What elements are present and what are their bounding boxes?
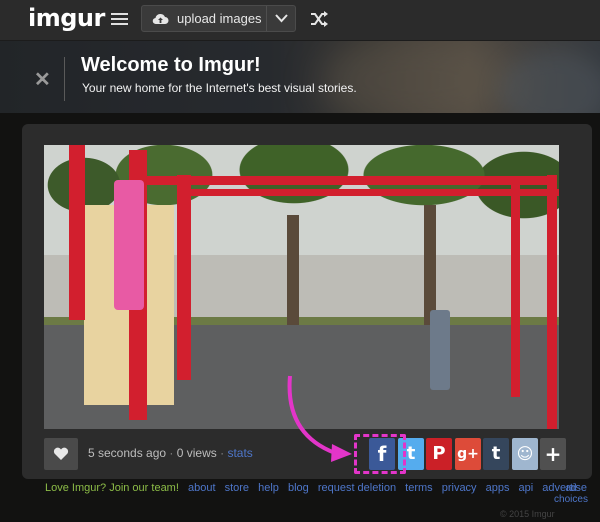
footer-link-about[interactable]: about — [188, 482, 216, 494]
stats-link[interactable]: stats — [227, 446, 252, 460]
photo-monkey-bar — [144, 176, 557, 185]
shuffle-icon[interactable] — [310, 11, 328, 27]
ad-choices-link[interactable]: ad choices — [551, 483, 591, 505]
facebook-highlight-box — [354, 434, 406, 474]
share-more-button[interactable]: + — [540, 438, 566, 470]
pinterest-icon: P — [432, 443, 446, 464]
pointer-arrow-icon — [287, 375, 352, 462]
reddit-icon: ☺ — [516, 444, 534, 463]
photo-child — [114, 180, 144, 310]
meta-separator: · — [169, 446, 174, 460]
join-team-link[interactable]: Love Imgur? Join our team! — [45, 482, 179, 494]
photo-toddler — [430, 310, 450, 390]
heart-icon — [53, 447, 69, 460]
share-tumblr-button[interactable]: t — [483, 438, 509, 470]
footer-link-help[interactable]: help — [258, 482, 279, 494]
imgur-logo[interactable]: imgur — [28, 4, 105, 32]
banner-subtitle: Your new home for the Internet's best vi… — [82, 81, 357, 95]
chevron-down-icon[interactable] — [275, 14, 288, 23]
share-googleplus-button[interactable]: g+ — [455, 438, 481, 470]
post-time: 5 seconds ago — [88, 446, 167, 460]
favorite-button[interactable] — [44, 438, 78, 470]
photo-post — [511, 185, 520, 397]
footer-link-request-deletion[interactable]: request deletion — [318, 482, 396, 494]
copyright: © 2015 Imgur — [500, 509, 555, 519]
banner-title: Welcome to Imgur! — [81, 54, 261, 76]
footer-link-privacy[interactable]: privacy — [442, 482, 477, 494]
footer-link-api[interactable]: api — [519, 482, 534, 494]
menu-icon[interactable] — [111, 13, 128, 26]
photo-monkey-bar — [179, 189, 559, 196]
tumblr-icon: t — [491, 443, 501, 464]
top-bar: imgur upload images — [0, 0, 600, 41]
banner-divider — [64, 57, 65, 101]
footer-link-store[interactable]: store — [225, 482, 249, 494]
upload-images-button[interactable]: upload images — [141, 5, 296, 32]
meta-separator: · — [220, 446, 225, 460]
googleplus-icon: g+ — [457, 446, 479, 462]
photo-tree-trunk — [287, 215, 299, 325]
share-reddit-button[interactable]: ☺ — [512, 438, 538, 470]
photo-post — [69, 145, 85, 320]
photo-post — [177, 175, 191, 380]
post-meta: 5 seconds ago · 0 views · stats — [88, 446, 253, 460]
share-pinterest-button[interactable]: P — [426, 438, 452, 470]
close-icon[interactable]: ✕ — [34, 67, 51, 92]
welcome-banner: ✕ Welcome to Imgur! Your new home for th… — [0, 41, 600, 113]
upload-divider — [266, 6, 267, 31]
upload-images-label: upload images — [177, 11, 262, 26]
banner-shade — [0, 41, 600, 113]
photo-tree-trunk — [424, 205, 436, 325]
footer-link-blog[interactable]: blog — [288, 482, 309, 494]
plus-icon: + — [544, 442, 562, 466]
photo-post — [547, 175, 557, 429]
footer-link-apps[interactable]: apps — [486, 482, 510, 494]
footer-links: Love Imgur? Join our team! about store h… — [45, 482, 587, 494]
cloud-upload-icon — [152, 13, 169, 25]
post-views: 0 views — [176, 446, 217, 460]
footer-link-terms[interactable]: terms — [405, 482, 433, 494]
